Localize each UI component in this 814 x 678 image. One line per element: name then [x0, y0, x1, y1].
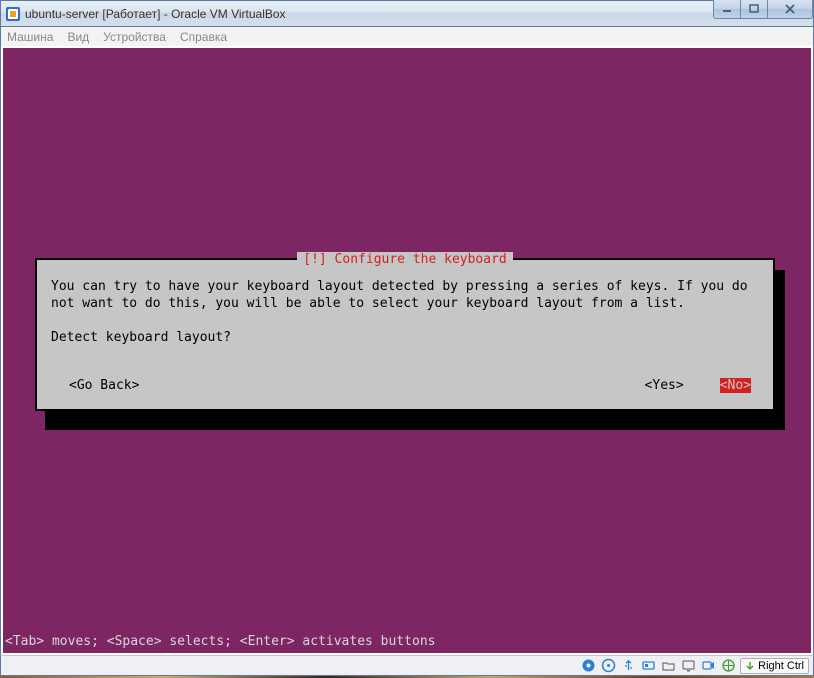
- dialog-title: [!] Configure the keyboard: [297, 252, 513, 267]
- menu-help[interactable]: Справка: [180, 30, 227, 44]
- vm-console[interactable]: [!] Configure the keyboard You can try t…: [3, 48, 811, 653]
- menu-devices[interactable]: Устройства: [103, 30, 166, 44]
- installer-dialog: [!] Configure the keyboard You can try t…: [35, 258, 775, 411]
- hard-disk-icon[interactable]: [580, 658, 596, 674]
- maximize-button[interactable]: [740, 0, 768, 19]
- arrow-down-icon: [745, 661, 755, 671]
- minimize-button[interactable]: [713, 0, 741, 19]
- display-icon[interactable]: [680, 658, 696, 674]
- go-back-button[interactable]: <Go Back>: [69, 378, 139, 393]
- window-titlebar: ubuntu-server [Работает] - Oracle VM Vir…: [0, 0, 814, 27]
- mouse-integration-icon[interactable]: [720, 658, 736, 674]
- footer-hint: <Tab> moves; <Space> selects; <Enter> ac…: [5, 634, 435, 649]
- dialog-body: You can try to have your keyboard layout…: [51, 278, 759, 346]
- menu-view[interactable]: Вид: [67, 30, 89, 44]
- usb-icon[interactable]: [620, 658, 636, 674]
- optical-disk-icon[interactable]: [600, 658, 616, 674]
- window-controls: [714, 0, 813, 19]
- dialog-buttons: <Go Back> <Yes> <No>: [51, 378, 759, 393]
- shared-folders-icon[interactable]: [660, 658, 676, 674]
- menu-machine[interactable]: Машина: [7, 30, 53, 44]
- menubar: Машина Вид Устройства Справка: [0, 27, 814, 46]
- host-key-indicator[interactable]: Right Ctrl: [740, 658, 809, 674]
- network-icon[interactable]: [640, 658, 656, 674]
- yes-button[interactable]: <Yes>: [645, 378, 684, 393]
- window-title: ubuntu-server [Работает] - Oracle VM Vir…: [25, 7, 714, 21]
- host-key-label: Right Ctrl: [758, 660, 804, 672]
- console-frame: [!] Configure the keyboard You can try t…: [0, 46, 814, 655]
- close-button[interactable]: [767, 0, 813, 19]
- video-capture-icon[interactable]: [700, 658, 716, 674]
- no-button[interactable]: <No>: [720, 378, 751, 393]
- virtualbox-icon: [5, 6, 21, 22]
- statusbar: Right Ctrl: [0, 655, 814, 676]
